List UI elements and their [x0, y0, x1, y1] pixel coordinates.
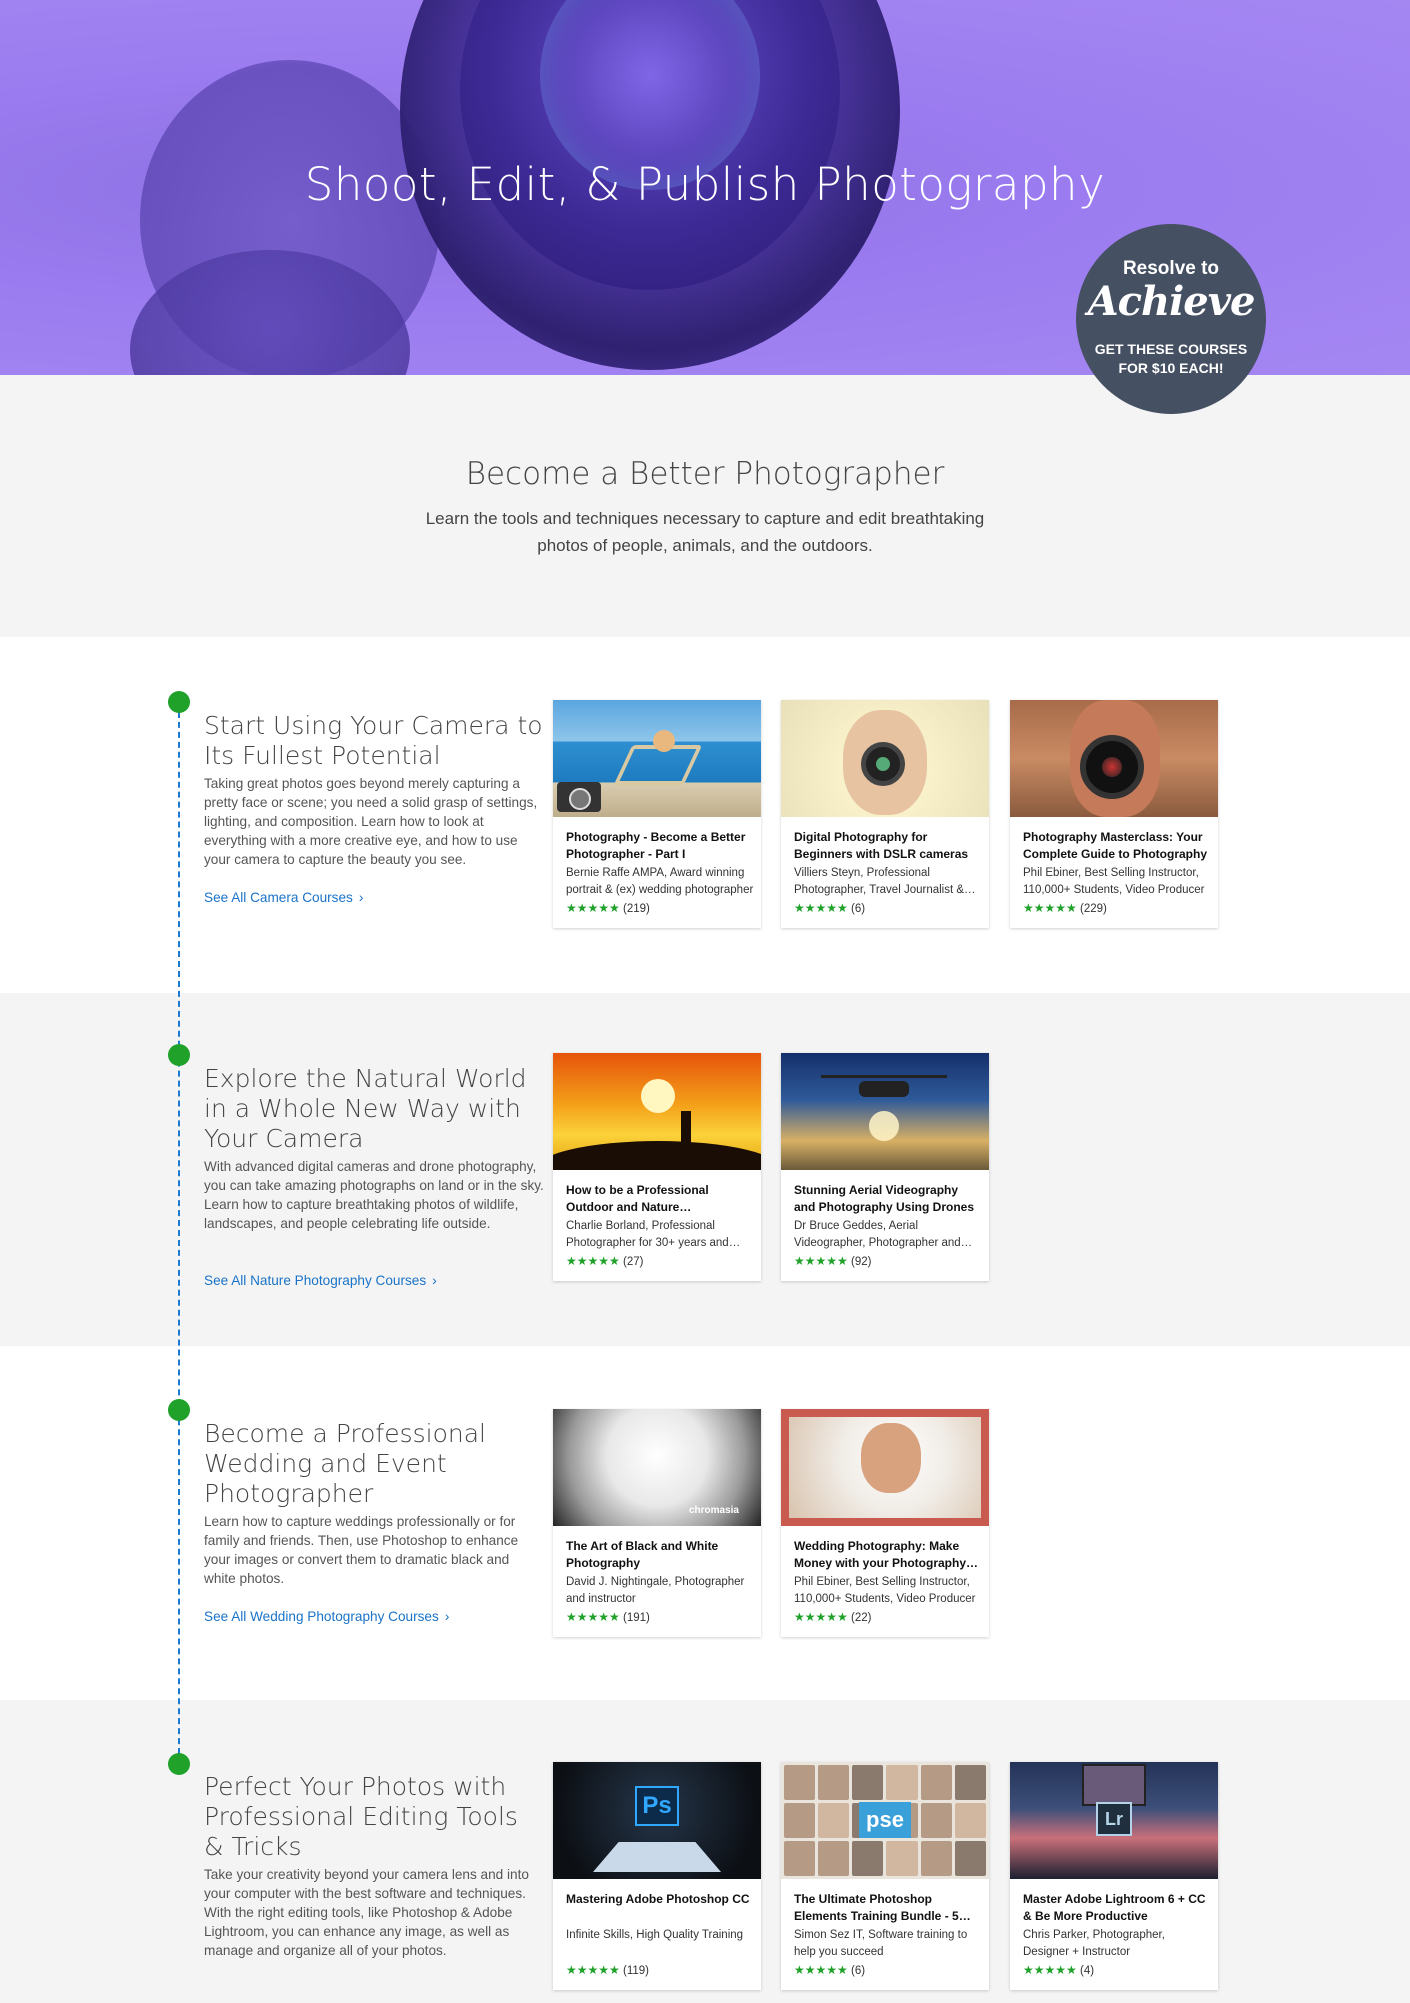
- star-rating-icon: ★★★★★: [794, 1254, 848, 1268]
- course-author: Phil Ebiner, Best Selling Instructor, 11…: [794, 1576, 976, 1605]
- course-card[interactable]: Photography - Become a Better Photograph…: [553, 700, 761, 928]
- course-author: Infinite Skills, High Quality Training: [566, 1929, 744, 1941]
- course-card[interactable]: How to be a Professional Outdoor and Nat…: [553, 1053, 761, 1281]
- course-title: Photography - Become a Better Photograph…: [566, 830, 746, 861]
- section-title: Start Using Your Camera to Its Fullest P…: [204, 711, 543, 770]
- course-title: The Art of Black and White Photography: [566, 1539, 719, 1570]
- course-author: Phil Ebiner, Best Selling Instructor, 11…: [1023, 867, 1205, 896]
- course-rating: ★★★★★ (229): [1023, 901, 1107, 915]
- course-thumbnail: pse: [781, 1762, 989, 1879]
- star-rating-icon: ★★★★★: [1023, 1963, 1077, 1977]
- timeline-dot: [168, 691, 190, 713]
- promo-badge[interactable]: Resolve to Achieve GET THESE COURSES FOR…: [1076, 224, 1266, 414]
- chevron-right-icon: ›: [358, 889, 364, 905]
- star-rating-icon: ★★★★★: [566, 1610, 620, 1624]
- course-rating: ★★★★★ (6): [794, 901, 866, 915]
- course-rating: ★★★★★ (119): [566, 1963, 649, 1977]
- course-author: David J. Nightingale, Photographer and i…: [566, 1576, 745, 1605]
- intro-section: Become a Better Photographer Learn the t…: [0, 375, 1410, 637]
- badge-line-3: GET THESE COURSES FOR $10 EACH!: [1094, 341, 1248, 376]
- course-title: How to be a Professional Outdoor and Nat…: [566, 1183, 709, 1214]
- timeline-line: [178, 702, 180, 1764]
- timeline-dot: [168, 1399, 190, 1421]
- course-thumbnail: chromasia: [553, 1409, 761, 1526]
- star-rating-icon: ★★★★★: [1023, 901, 1077, 915]
- course-title: Stunning Aerial Videography and Photogra…: [794, 1183, 975, 1214]
- star-rating-icon: ★★★★★: [566, 1254, 620, 1268]
- course-author: Simon Sez IT, Software training to help …: [794, 1929, 968, 1958]
- section-title: Perfect Your Photos with Professional Ed…: [204, 1772, 518, 1861]
- badge-line-2: Achieve: [1087, 278, 1256, 325]
- course-title: Digital Photography for Beginners with D…: [794, 830, 969, 861]
- star-rating-icon: ★★★★★: [794, 1963, 848, 1977]
- star-rating-icon: ★★★★★: [794, 901, 848, 915]
- course-rating: ★★★★★ (191): [566, 1610, 650, 1624]
- star-rating-icon: ★★★★★: [566, 1963, 620, 1977]
- drone-icon: [859, 1081, 909, 1097]
- course-rating: ★★★★★ (27): [566, 1254, 644, 1268]
- course-card[interactable]: chromasia The Art of Black and White Pho…: [553, 1409, 761, 1637]
- course-rating: ★★★★★ (92): [794, 1254, 872, 1268]
- course-author: Dr Bruce Geddes, Aerial Videographer, Ph…: [794, 1220, 961, 1249]
- course-thumbnail: [553, 700, 761, 817]
- course-thumbnail: [1010, 700, 1218, 817]
- see-all-nature-courses-link[interactable]: See All Nature Photography Courses ›: [204, 1272, 437, 1288]
- intro-heading: Become a Better Photographer: [465, 456, 945, 492]
- course-title: The Ultimate Photoshop Elements Training…: [794, 1892, 959, 1923]
- section-title: Explore the Natural World in a Whole New…: [204, 1064, 527, 1153]
- course-thumbnail: [781, 700, 989, 817]
- course-title: Master Adobe Lightroom 6 + CC & Be More …: [1023, 1892, 1206, 1923]
- star-rating-icon: ★★★★★: [566, 901, 620, 915]
- course-title: Wedding Photography: Make Money with you…: [794, 1539, 967, 1570]
- course-thumbnail: [781, 1053, 989, 1170]
- course-author: Villiers Steyn, Professional Photographe…: [794, 867, 965, 896]
- course-card[interactable]: Photography Masterclass: Your Complete G…: [1010, 700, 1218, 928]
- course-rating: ★★★★★ (219): [566, 901, 650, 915]
- course-thumbnail: [781, 1409, 989, 1526]
- course-rating: ★★★★★ (6): [794, 1963, 866, 1977]
- intro-text: Learn the tools and techniques necessary…: [425, 509, 985, 555]
- course-thumbnail: [553, 1053, 761, 1170]
- course-author: Bernie Raffe AMPA, Award winning portrai…: [566, 867, 754, 896]
- course-author: Charlie Borland, Professional Photograph…: [566, 1220, 729, 1249]
- timeline-dot: [168, 1753, 190, 1775]
- course-thumbnail: Lr: [1010, 1762, 1218, 1879]
- course-rating: ★★★★★ (22): [794, 1610, 872, 1624]
- hero-title: Shoot, Edit, & Publish Photography: [304, 158, 1106, 211]
- chevron-right-icon: ›: [444, 1608, 450, 1624]
- course-card[interactable]: Wedding Photography: Make Money with you…: [781, 1409, 989, 1637]
- course-card[interactable]: Lr Master Adobe Lightroom 6 + CC & Be Mo…: [1010, 1762, 1218, 1990]
- photoshop-elements-logo-icon: pse: [859, 1802, 911, 1838]
- camera-icon: [557, 782, 601, 812]
- course-author: Chris Parker, Photographer, Designer + I…: [1023, 1929, 1165, 1958]
- timeline-dot: [168, 1044, 190, 1066]
- course-card[interactable]: Stunning Aerial Videography and Photogra…: [781, 1053, 989, 1281]
- course-card[interactable]: pse The Ultimate Photoshop Elements Trai…: [781, 1762, 989, 1990]
- course-card[interactable]: Digital Photography for Beginners with D…: [781, 700, 989, 928]
- section-description: With advanced digital cameras and drone …: [204, 1159, 544, 1231]
- chevron-right-icon: ›: [432, 1272, 437, 1288]
- section-description: Taking great photos goes beyond merely c…: [204, 776, 538, 867]
- watermark: chromasia: [688, 1505, 739, 1516]
- star-rating-icon: ★★★★★: [794, 1610, 848, 1624]
- course-rating: ★★★★★ (4): [1023, 1963, 1095, 1977]
- lightroom-logo-icon: Lr: [1096, 1802, 1132, 1836]
- section-description: Learn how to capture weddings profession…: [204, 1514, 519, 1586]
- see-all-camera-courses-link[interactable]: See All Camera Courses ›: [204, 889, 364, 905]
- section-title: Become a Professional Wedding and Event …: [204, 1419, 486, 1508]
- course-thumbnail: Ps: [553, 1762, 761, 1879]
- section-description: Take your creativity beyond your camera …: [204, 1867, 529, 1958]
- photoshop-logo-icon: Ps: [635, 1786, 679, 1826]
- badge-line-1: Resolve to: [1122, 258, 1220, 279]
- course-title: Mastering Adobe Photoshop CC: [566, 1892, 750, 1906]
- see-all-wedding-courses-link[interactable]: See All Wedding Photography Courses ›: [204, 1608, 449, 1624]
- course-title: Photography Masterclass: Your Complete G…: [1023, 830, 1208, 861]
- course-card[interactable]: Ps Mastering Adobe Photoshop CC Infinite…: [553, 1762, 761, 1990]
